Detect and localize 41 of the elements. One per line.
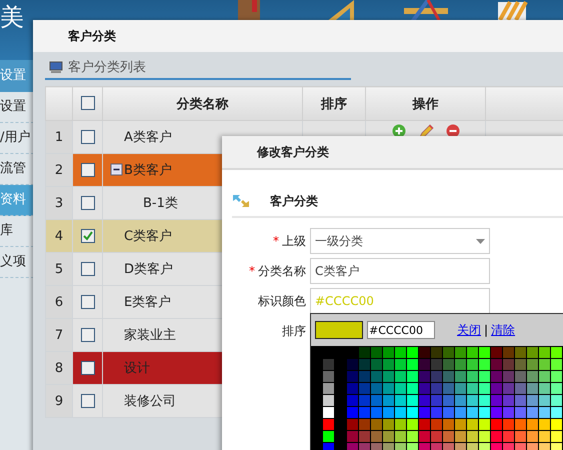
row-number: 9 <box>54 394 64 408</box>
input-field[interactable]: C类客户 <box>310 258 490 284</box>
column-header: 排序 <box>302 86 366 120</box>
parent-select[interactable]: 一级分类 <box>310 228 490 254</box>
link-separator: | <box>484 323 488 337</box>
checkbox[interactable] <box>80 262 94 276</box>
picker-link[interactable]: 关闭 <box>457 322 481 338</box>
checkbox[interactable] <box>80 360 94 375</box>
row-number: 3 <box>54 196 64 210</box>
row-number: 2 <box>54 162 64 178</box>
pencil-icon[interactable] <box>418 124 434 138</box>
list-tab[interactable]: 客户分类列表 <box>68 58 146 76</box>
checkbox[interactable] <box>80 394 94 408</box>
checkbox[interactable] <box>80 130 94 144</box>
barrier-icon <box>496 0 528 22</box>
window-title: 客户分类 <box>33 20 563 52</box>
hex-field[interactable]: #CCCC00 <box>367 321 435 339</box>
row-number: 6 <box>54 294 64 310</box>
row-number: 5 <box>54 262 64 276</box>
column-header: 操作 <box>366 86 486 120</box>
required-mark: * <box>249 264 255 278</box>
select-all-checkbox[interactable] <box>80 96 94 110</box>
monitor-icon <box>49 60 63 74</box>
app-title: 美 <box>0 2 24 32</box>
picker-link[interactable]: 清除 <box>491 322 516 338</box>
checkbox[interactable] <box>80 328 94 342</box>
book-icon <box>236 0 262 22</box>
resize-arrows-icon <box>232 194 250 208</box>
row-number: 7 <box>54 328 64 342</box>
checkbox[interactable] <box>80 228 94 243</box>
checkbox[interactable] <box>80 196 94 210</box>
row-number: 8 <box>54 360 64 376</box>
column-header: 分类名称 <box>102 86 302 120</box>
collapse-icon[interactable] <box>110 163 124 177</box>
checkbox[interactable] <box>80 162 94 177</box>
caret-icon <box>476 238 485 244</box>
row-number: 1 <box>54 130 64 144</box>
row-number: 4 <box>54 228 64 244</box>
dialog-title: 修改客户分类 <box>222 136 563 170</box>
required-mark: * <box>273 234 279 248</box>
checkbox[interactable] <box>80 294 94 309</box>
